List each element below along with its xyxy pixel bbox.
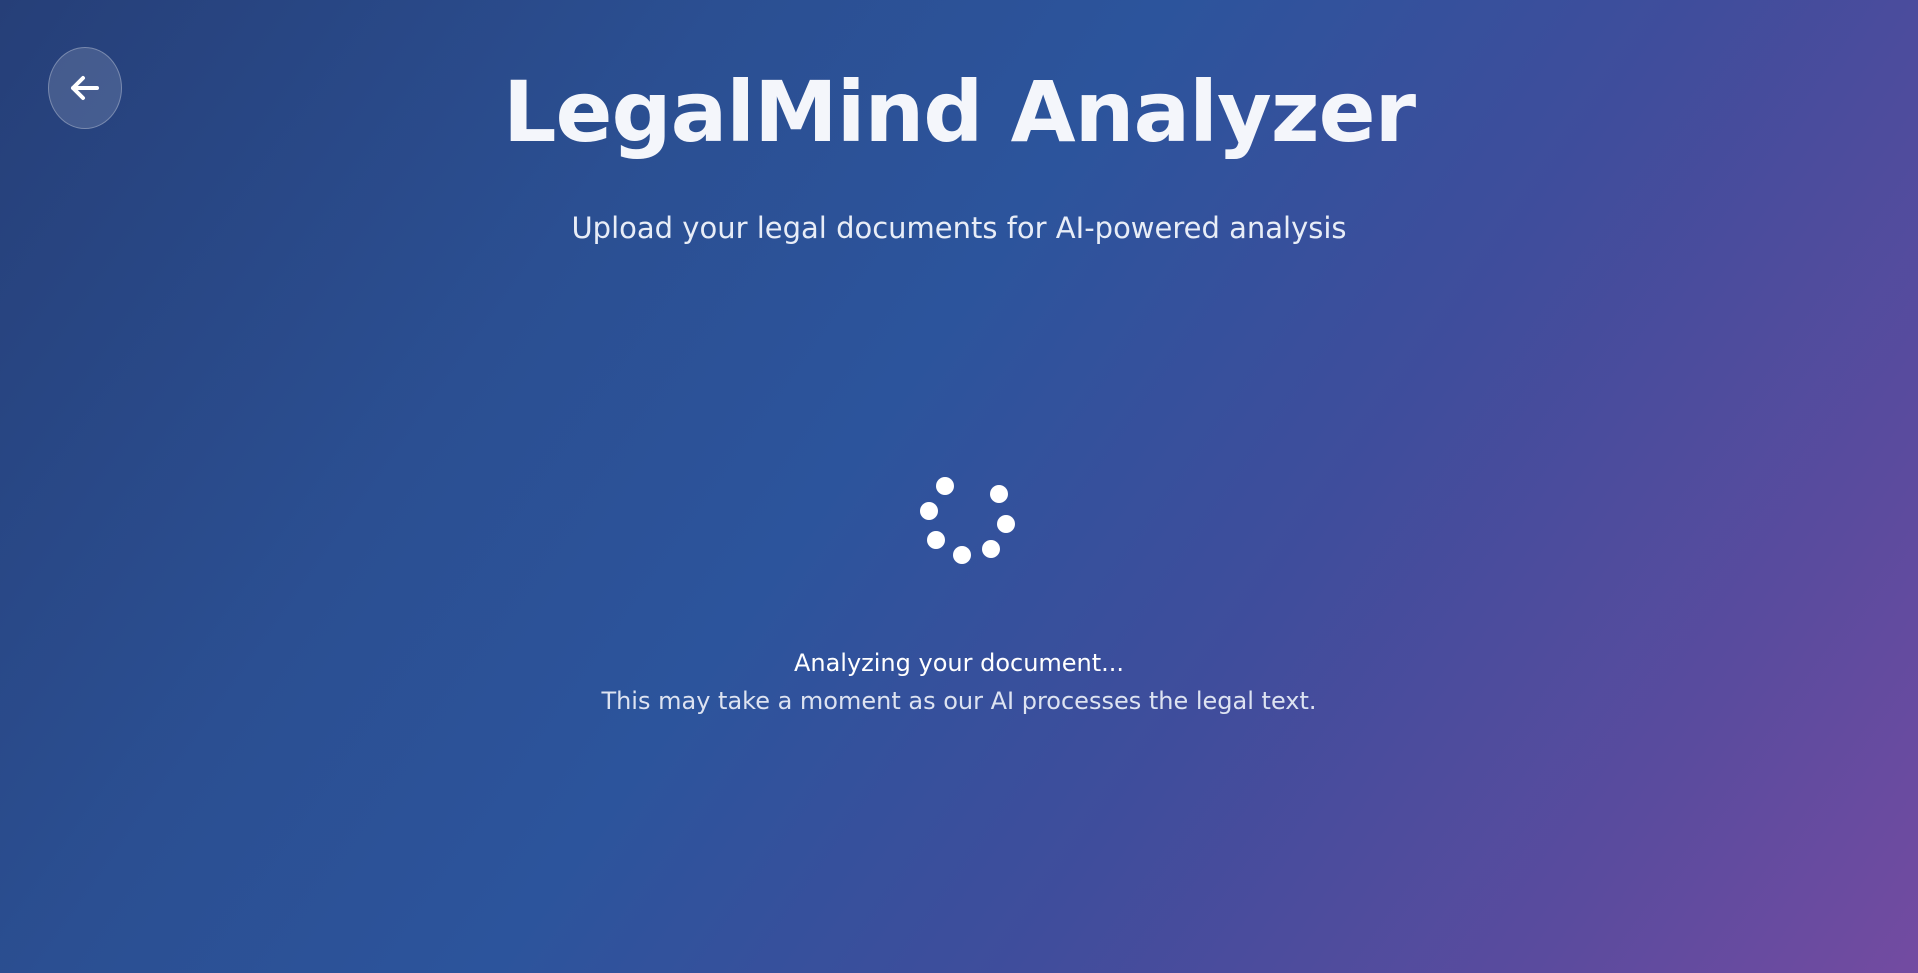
page-title: LegalMind Analyzer	[503, 63, 1416, 161]
spinner-dot	[936, 477, 954, 495]
status-title: Analyzing your document...	[793, 649, 1125, 677]
loading-spinner	[908, 473, 1015, 579]
page-subtitle: Upload your legal documents for AI-power…	[571, 211, 1347, 245]
spinner-dot	[920, 502, 938, 520]
spinner-dot	[990, 485, 1008, 503]
status-detail: This may take a moment as our AI process…	[601, 687, 1317, 715]
spinner-dot	[927, 531, 945, 549]
spinner-dot	[953, 546, 971, 564]
spinner-dot	[982, 540, 1000, 558]
spinner-dot	[997, 515, 1015, 533]
